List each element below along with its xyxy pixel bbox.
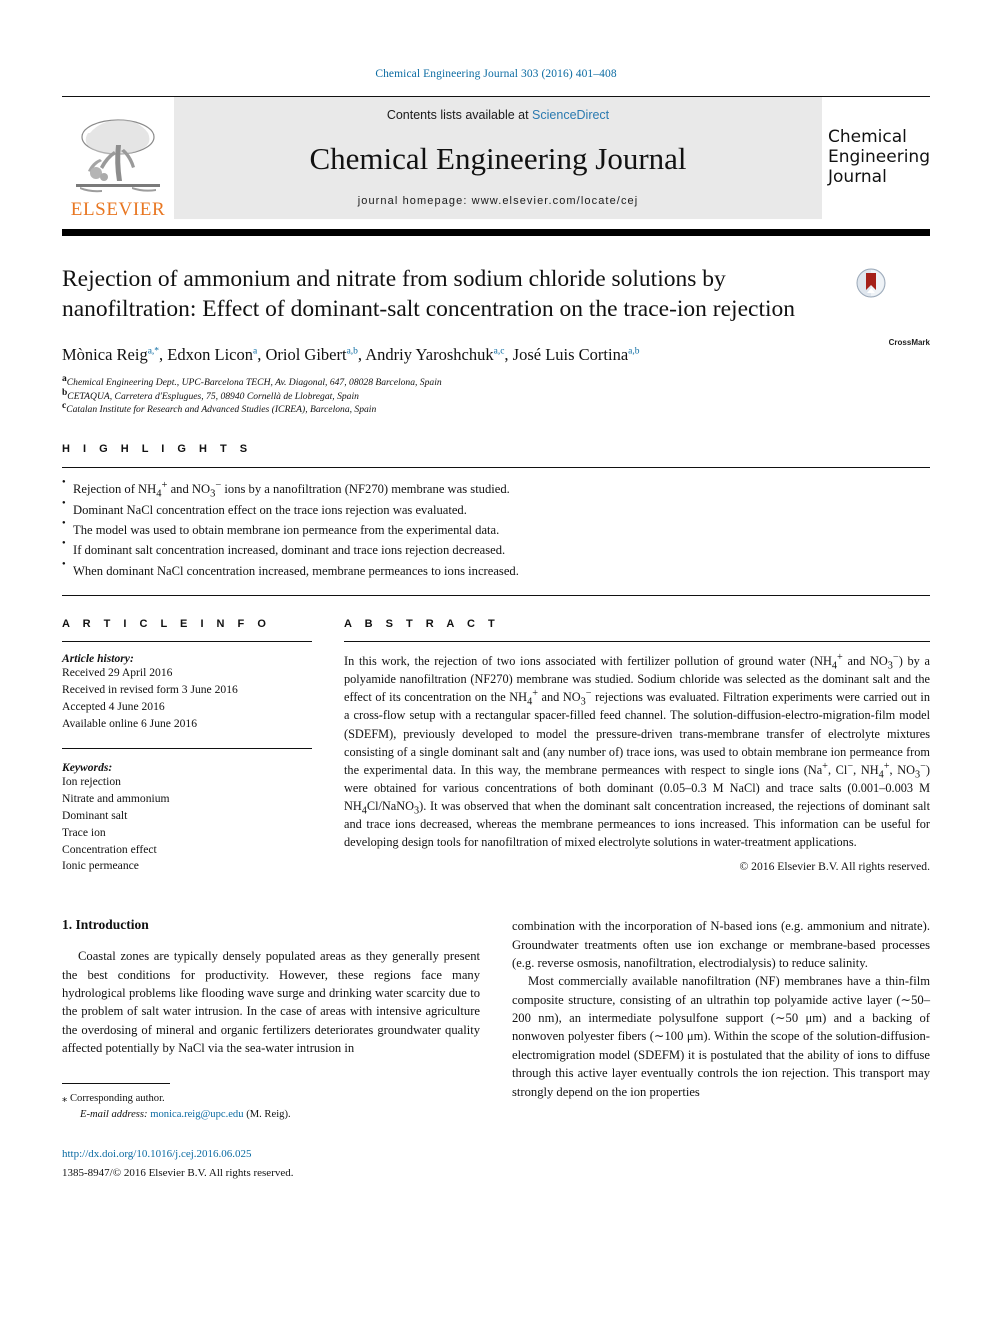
author-item: Oriol Giberta,b <box>265 345 357 364</box>
doi-block: http://dx.doi.org/10.1016/j.cej.2016.06.… <box>62 1147 480 1182</box>
affiliation-item: bCETAQUA, Carretera d'Esplugues, 75, 089… <box>62 388 822 404</box>
author-item: José Luis Cortinaa,b <box>513 345 640 364</box>
author-name: José Luis Cortina <box>512 345 629 365</box>
author-marks: a,b <box>628 346 640 357</box>
highlights-rule <box>62 467 930 469</box>
cover-title-text: Chemical Engineering Journal <box>822 128 930 187</box>
elsevier-logo: ELSEVIER <box>62 97 174 219</box>
author-name: Oriol Gibert <box>265 345 347 365</box>
keyword-item: Nitrate and ammonium <box>62 792 170 806</box>
doi-link[interactable]: http://dx.doi.org/10.1016/j.cej.2016.06.… <box>62 1147 480 1163</box>
affiliation-list: aChemical Engineering Dept., UPC-Barcelo… <box>62 374 822 418</box>
highlights-bottom-rule <box>62 595 930 597</box>
masthead-center-panel: Contents lists available at ScienceDirec… <box>174 97 822 219</box>
article-history-label: Article history: <box>62 652 134 666</box>
page-title: Rejection of ammonium and nitrate from s… <box>62 266 796 323</box>
highlight-text: Rejection of NH4+ and NO3− ions by a nan… <box>73 480 510 500</box>
history-item: Accepted 4 June 2016 <box>62 699 165 713</box>
intro-paragraph-right-2: Most commercially available nanofiltrati… <box>512 974 930 1099</box>
keyword-item: Trace ion <box>62 825 106 839</box>
author-marks: a,b <box>346 346 358 357</box>
elsevier-wordmark: ELSEVIER <box>70 199 166 220</box>
email-label: E-mail address: <box>80 1109 148 1121</box>
highlights-section: H I G H L I G H T S Rejection of NH4+ an… <box>62 443 930 597</box>
email-note: E-mail address: monica.reig@upc.edu (M. … <box>62 1107 480 1123</box>
email-suffix: (M. Reig). <box>246 1109 291 1121</box>
list-item: Rejection of NH4+ and NO3− ions by a nan… <box>62 478 930 500</box>
keywords-label: Keywords: <box>62 761 113 775</box>
body-columns: 1. Introduction Coastal zones are typica… <box>62 917 930 1182</box>
running-head: Chemical Engineering Journal 303 (2016) … <box>375 68 617 80</box>
introduction-heading: 1. Introduction <box>62 917 149 933</box>
abstract-section: A B S T R A C T In this work, the reject… <box>344 618 930 875</box>
article-info-section: A R T I C L E I N F O Article history: R… <box>62 618 312 875</box>
author-name: Mònica Reig <box>62 345 148 365</box>
article-history-block: Article history: Received 29 April 2016 … <box>62 652 312 732</box>
journal-title: Chemical Engineering Journal <box>309 141 687 176</box>
footnote-rule <box>62 1083 170 1085</box>
crossmark-badge[interactable]: CrossMark <box>838 264 930 417</box>
affiliation-text: Catalan Institute for Research and Advan… <box>66 404 377 416</box>
affiliation-text: CETAQUA, Carretera d'Esplugues, 75, 0894… <box>67 390 359 402</box>
list-item: When dominant NaCl concentration increas… <box>62 560 930 581</box>
journal-cover-thumbnail: Chemical Engineering Journal <box>822 97 930 219</box>
affiliation-item: aChemical Engineering Dept., UPC-Barcelo… <box>62 374 822 390</box>
author-marks: a,* <box>147 346 160 357</box>
history-item: Received in revised form 3 June 2016 <box>62 683 238 697</box>
contents-prefix: Contents lists available at <box>386 108 533 122</box>
body-column-left: 1. Introduction Coastal zones are typica… <box>62 917 480 1182</box>
author-item: Andriy Yaroshchuka,c <box>365 345 504 364</box>
article-first-page: Chemical Engineering Journal 303 (2016) … <box>0 0 992 1323</box>
keyword-item: Concentration effect <box>62 842 157 856</box>
email-link[interactable]: monica.reig@upc.edu <box>150 1109 243 1120</box>
author-marks: a,c <box>493 346 505 357</box>
title-block: Rejection of ammonium and nitrate from s… <box>62 236 930 417</box>
cover-line-1: Chemical <box>828 127 907 148</box>
affiliation-text: Chemical Engineering Dept., UPC-Barcelon… <box>66 376 442 388</box>
highlights-heading: H I G H L I G H T S <box>62 443 253 456</box>
keywords-block: Keywords: Ion rejection Nitrate and ammo… <box>62 748 312 875</box>
list-item: The model was used to obtain membrane io… <box>62 519 930 540</box>
author-name: Edxon Licon <box>167 345 253 365</box>
masthead-bottom-rule <box>62 229 930 236</box>
corresponding-author-note: ⁎ Corresponding author. <box>62 1091 480 1107</box>
contents-list-line: Contents lists available at ScienceDirec… <box>387 108 609 122</box>
affiliation-item: cCatalan Institute for Research and Adva… <box>62 401 822 417</box>
footnote-block: ⁎ Corresponding author. E-mail address: … <box>62 1083 480 1123</box>
author-list: Mònica Reiga,*, Edxon Licona, Oriol Gibe… <box>62 344 822 365</box>
crossmark-label: CrossMark <box>888 338 930 348</box>
history-item: Available online 6 June 2016 <box>62 716 198 730</box>
abstract-heading: A B S T R A C T <box>344 618 500 631</box>
author-name: Andriy Yaroshchuk <box>365 345 494 365</box>
intro-paragraph-right-1: combination with the incorporation of N-… <box>512 919 930 970</box>
author-sep: , <box>504 345 513 365</box>
corresponding-text: Corresponding author. <box>69 1093 165 1105</box>
journal-masthead: ELSEVIER Contents lists available at Sci… <box>62 96 930 219</box>
article-info-rule <box>62 641 312 643</box>
abstract-rule <box>344 641 930 643</box>
author-item: Mònica Reiga,* <box>62 345 159 364</box>
abstract-copyright: © 2016 Elsevier B.V. All rights reserved… <box>739 859 930 873</box>
crossmark-icon <box>856 268 886 298</box>
article-info-heading: A R T I C L E I N F O <box>62 618 271 631</box>
history-item: Received 29 April 2016 <box>62 666 173 680</box>
abstract-text: In this work, the rejection of two ions … <box>344 652 931 849</box>
list-item: Dominant NaCl concentration effect on th… <box>62 499 930 520</box>
highlights-list: Rejection of NH4+ and NO3− ions by a nan… <box>62 478 930 581</box>
keyword-item: Ion rejection <box>62 775 121 789</box>
issn-copyright-line: 1385-8947/© 2016 Elsevier B.V. All right… <box>62 1167 294 1180</box>
intro-paragraph-left: Coastal zones are typically densely popu… <box>62 949 480 1056</box>
corresponding-marker: ⁎ <box>62 1093 68 1105</box>
cover-line-3: Journal <box>828 166 887 187</box>
list-item: If dominant salt concentration increased… <box>62 539 930 560</box>
body-column-right: combination with the incorporation of N-… <box>512 917 930 1182</box>
journal-homepage-link[interactable]: journal homepage: www.elsevier.com/locat… <box>358 195 639 207</box>
keyword-item: Dominant salt <box>62 809 128 823</box>
elsevier-tree-icon <box>76 119 160 193</box>
author-item: Edxon Licona <box>167 345 257 364</box>
cover-line-2: Engineering <box>828 147 930 168</box>
sciencedirect-link[interactable]: ScienceDirect <box>532 108 609 122</box>
keyword-item: Ionic permeance <box>62 859 139 873</box>
info-abstract-row: A R T I C L E I N F O Article history: R… <box>62 618 930 875</box>
